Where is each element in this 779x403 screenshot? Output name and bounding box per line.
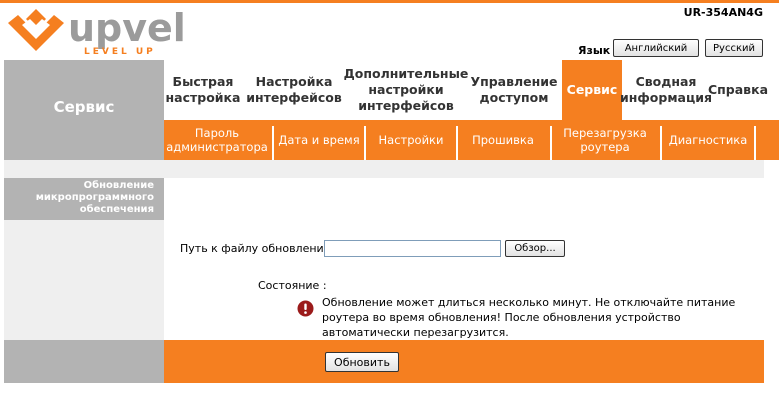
- browse-button[interactable]: Обзор...: [505, 240, 565, 257]
- left-column-fill: [4, 220, 164, 340]
- upvel-logo: upvel LEVEL UP: [8, 7, 186, 57]
- language-russian-button[interactable]: Русский: [705, 39, 763, 57]
- sub-item-reboot[interactable]: Перезагрузка роутера: [552, 120, 658, 160]
- update-button[interactable]: Обновить: [325, 352, 399, 372]
- top-accent-stripe: [0, 0, 779, 3]
- logo-chevron-icon: [8, 9, 64, 51]
- logo-wordmark: upvel: [68, 6, 186, 50]
- menu-item-interface-setup[interactable]: Настройка интерфейсов: [246, 60, 342, 120]
- action-bar: [164, 340, 764, 383]
- bottom-left-panel: [4, 340, 164, 383]
- menu-item-quick-setup[interactable]: Быстрая настройка: [164, 60, 242, 120]
- logo-tagline: LEVEL UP: [84, 47, 156, 57]
- main-menu: Быстрая настройка Настройка интерфейсов …: [164, 60, 779, 120]
- left-section-panel: Сервис: [4, 60, 164, 160]
- sub-item-admin-password[interactable]: Пароль администратора: [164, 120, 270, 160]
- language-label: Язык: [578, 44, 611, 57]
- sub-item-diagnostics[interactable]: Диагностика: [662, 120, 754, 160]
- menu-item-help[interactable]: Справка: [708, 60, 768, 120]
- exclamation-circle-icon: [297, 300, 314, 317]
- update-warning-text: Обновление может длиться несколько минут…: [322, 296, 736, 339]
- file-path-label: Путь к файлу обновления :: [180, 242, 338, 255]
- menu-item-access-management[interactable]: Управление доступом: [468, 60, 560, 120]
- menu-item-status[interactable]: Сводная информация: [620, 60, 712, 120]
- file-path-input[interactable]: [324, 240, 501, 257]
- sub-item-date-time[interactable]: Дата и время: [274, 120, 364, 160]
- status-label: Состояние :: [258, 279, 327, 292]
- menu-item-advanced-setup[interactable]: Дополнительные настройки интерфейсов: [344, 60, 469, 120]
- spacer-row: [4, 160, 764, 178]
- menu-item-service[interactable]: Сервис: [562, 60, 622, 120]
- sub-menu: Пароль администратора Дата и время Настр…: [164, 120, 779, 160]
- language-english-button[interactable]: Английский: [613, 39, 699, 57]
- section-heading: Сервис: [53, 98, 115, 116]
- firmware-section-title: Обновление микропрограммного обеспечения: [4, 178, 164, 220]
- sub-item-settings[interactable]: Настройки: [366, 120, 456, 160]
- sub-item-firmware[interactable]: Прошивка: [458, 120, 548, 160]
- sub-menu-divider: [754, 126, 756, 160]
- device-model: UR-354AN4G: [683, 6, 763, 19]
